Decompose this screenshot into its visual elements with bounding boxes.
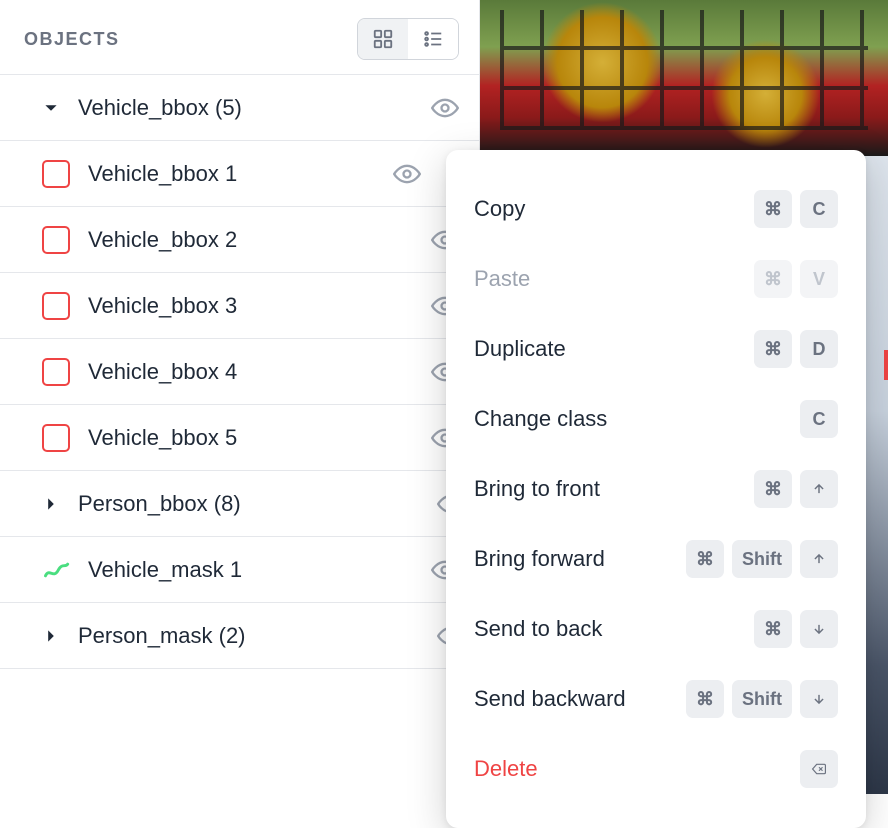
panel-title: OBJECTS [24, 29, 120, 50]
object-label: Vehicle_bbox 2 [88, 227, 413, 253]
object-item[interactable]: Vehicle_bbox 3 [0, 273, 479, 339]
mask-icon [42, 556, 70, 584]
menu-bring-to-front[interactable]: Bring to front ⌘ [446, 454, 866, 524]
canvas-image [480, 0, 888, 156]
object-item[interactable]: Vehicle_bbox 1 [0, 141, 479, 207]
cmd-key-icon: ⌘ [686, 540, 724, 578]
arrow-up-icon [800, 470, 838, 508]
menu-change-class[interactable]: Change class C [446, 384, 866, 454]
menu-bring-forward[interactable]: Bring forward ⌘ Shift [446, 524, 866, 594]
key-d: D [800, 330, 838, 368]
arrow-down-icon [800, 680, 838, 718]
bbox-icon [42, 358, 70, 386]
menu-label: Bring to front [474, 476, 600, 502]
object-label: Vehicle_bbox 3 [88, 293, 413, 319]
bbox-icon [42, 226, 70, 254]
menu-paste: Paste ⌘ V [446, 244, 866, 314]
visibility-icon[interactable] [393, 160, 421, 188]
object-item-vehicle-mask[interactable]: Vehicle_mask 1 [0, 537, 479, 603]
object-label: Vehicle_mask 1 [88, 557, 413, 583]
menu-label: Paste [474, 266, 530, 292]
bbox-icon [42, 424, 70, 452]
key-shift: Shift [732, 680, 792, 718]
backspace-icon [800, 750, 838, 788]
menu-label: Bring forward [474, 546, 605, 572]
object-item[interactable]: Vehicle_bbox 4 [0, 339, 479, 405]
bbox-icon [42, 160, 70, 188]
objects-sidebar: OBJECTS [0, 0, 480, 794]
menu-duplicate[interactable]: Duplicate ⌘ D [446, 314, 866, 384]
arrow-down-icon [800, 610, 838, 648]
cmd-key-icon: ⌘ [686, 680, 724, 718]
group-label: Person_bbox (8) [78, 491, 419, 517]
chevron-down-icon [42, 101, 60, 115]
view-toggle [357, 18, 459, 60]
grid-icon [372, 28, 394, 50]
key-c: C [800, 190, 838, 228]
bbox-icon [42, 292, 70, 320]
key-v: V [800, 260, 838, 298]
object-group-person-mask[interactable]: Person_mask (2) [0, 603, 479, 669]
object-item[interactable]: Vehicle_bbox 5 [0, 405, 479, 471]
key-c: C [800, 400, 838, 438]
cmd-key-icon: ⌘ [754, 190, 792, 228]
object-group-person-bbox[interactable]: Person_bbox (8) [0, 471, 479, 537]
menu-send-to-back[interactable]: Send to back ⌘ [446, 594, 866, 664]
list-view-button[interactable] [408, 19, 458, 59]
menu-label: Send backward [474, 686, 626, 712]
grid-view-button[interactable] [358, 19, 408, 59]
group-label: Person_mask (2) [78, 623, 419, 649]
object-label: Vehicle_bbox 4 [88, 359, 413, 385]
list-icon [422, 28, 444, 50]
chevron-right-icon [42, 497, 60, 511]
menu-label: Delete [474, 756, 538, 782]
object-item[interactable]: Vehicle_bbox 2 [0, 207, 479, 273]
menu-copy[interactable]: Copy ⌘ C [446, 174, 866, 244]
cmd-key-icon: ⌘ [754, 330, 792, 368]
arrow-up-icon [800, 540, 838, 578]
menu-label: Copy [474, 196, 525, 222]
context-menu: Copy ⌘ C Paste ⌘ V Duplicate ⌘ D Change … [446, 150, 866, 828]
menu-label: Duplicate [474, 336, 566, 362]
cmd-key-icon: ⌘ [754, 470, 792, 508]
visibility-icon[interactable] [431, 94, 459, 122]
menu-label: Change class [474, 406, 607, 432]
menu-send-backward[interactable]: Send backward ⌘ Shift [446, 664, 866, 734]
object-group-vehicle-bbox[interactable]: Vehicle_bbox (5) [0, 75, 479, 141]
key-shift: Shift [732, 540, 792, 578]
object-label: Vehicle_bbox 5 [88, 425, 413, 451]
cmd-key-icon: ⌘ [754, 610, 792, 648]
menu-label: Send to back [474, 616, 602, 642]
group-label: Vehicle_bbox (5) [78, 95, 413, 121]
selection-edge [884, 350, 888, 380]
object-label: Vehicle_bbox 1 [88, 161, 375, 187]
cmd-key-icon: ⌘ [754, 260, 792, 298]
chevron-right-icon [42, 629, 60, 643]
object-list: Vehicle_bbox (5) Vehicle_bbox 1 Vehicle_… [0, 75, 479, 794]
